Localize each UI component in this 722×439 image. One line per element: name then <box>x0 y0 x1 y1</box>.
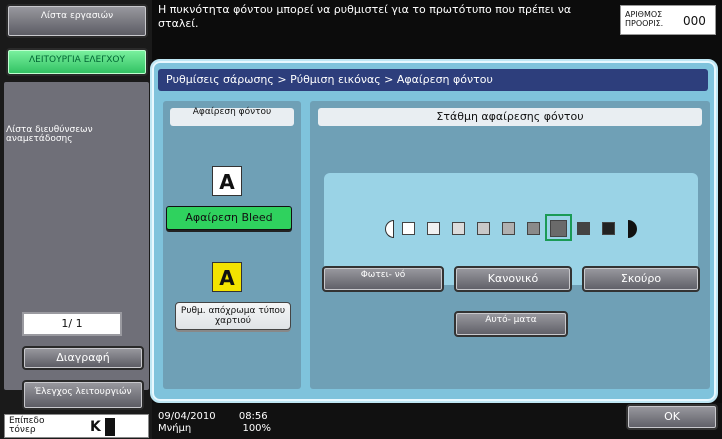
light-button[interactable]: Φωτει- νό <box>322 266 444 292</box>
memory-label: Μνήμη <box>158 423 192 434</box>
dark-button[interactable]: Σκούρο <box>582 266 700 292</box>
time-text: 08:56 <box>238 411 268 422</box>
normal-button[interactable]: Κανονικό <box>454 266 572 292</box>
address-list-label: Λίστα διευθύνσεων αναμετάδοσης <box>6 125 93 144</box>
auto-button[interactable]: Αυτό- ματα <box>454 311 568 337</box>
toner-label: Επίπεδο τόνερ <box>9 416 45 435</box>
level-square-9[interactable] <box>602 222 615 235</box>
level-square-4[interactable] <box>477 222 490 235</box>
removal-level-title: Στάθμη αφαίρεσης φόντου <box>318 108 702 126</box>
toner-level-box: Επίπεδο τόνερ K <box>4 414 149 438</box>
bleed-removal-button[interactable]: Αφαίρεση Bleed <box>166 206 292 230</box>
level-square-1[interactable] <box>402 222 415 235</box>
level-square-5[interactable] <box>502 222 515 235</box>
selected-level-marker <box>545 214 572 241</box>
level-square-3[interactable] <box>452 222 465 235</box>
breadcrumb: Ρυθμίσεις σάρωσης > Ρύθμιση εικόνας > Αφ… <box>158 69 708 91</box>
background-removal-title: Αφαίρεση φόντου <box>170 108 294 126</box>
info-message: Η πυκνότητα φόντου μπορεί να ρυθμιστεί γ… <box>158 3 572 30</box>
level-square-6[interactable] <box>527 222 540 235</box>
sample-normal-icon: A <box>212 166 242 196</box>
job-list-button[interactable]: Λίστα εργασιών <box>6 4 148 38</box>
level-square-8[interactable] <box>577 222 590 235</box>
check-function-button[interactable]: ΛΕΙΤΟΥΡΓΙΑ ΕΛΕΓΧΟΥ <box>6 48 148 76</box>
background-removal-panel <box>163 101 301 389</box>
page-indicator: 1/ 1 <box>22 312 122 336</box>
check-functions-button[interactable]: Έλεγχος λειτουργιών <box>22 380 144 410</box>
destination-count-box: ΑΡΙΘΜΟΣ ΠΡΟΟΡΙΣ. 000 <box>620 5 716 35</box>
toner-channel: K <box>90 419 101 435</box>
toner-bar-icon <box>105 418 115 436</box>
destination-count-label: ΑΡΙΘΜΟΣ ΠΡΟΟΡΙΣ. <box>625 10 664 28</box>
memory-value: 100% <box>242 423 272 434</box>
destination-count-value: 000 <box>683 14 706 28</box>
sample-paper-color-icon: A <box>212 262 242 292</box>
datetime-display: 09/04/2010 08:56 Μνήμη 100% <box>158 411 358 439</box>
paper-color-adjust-button[interactable]: Ρυθμ. απόχρωμα τύπου χαρτιού <box>175 302 291 330</box>
ok-button[interactable]: OK <box>626 404 718 430</box>
date-text: 09/04/2010 <box>158 411 216 422</box>
level-square-2[interactable] <box>427 222 440 235</box>
delete-button[interactable]: Διαγραφή <box>22 346 144 370</box>
